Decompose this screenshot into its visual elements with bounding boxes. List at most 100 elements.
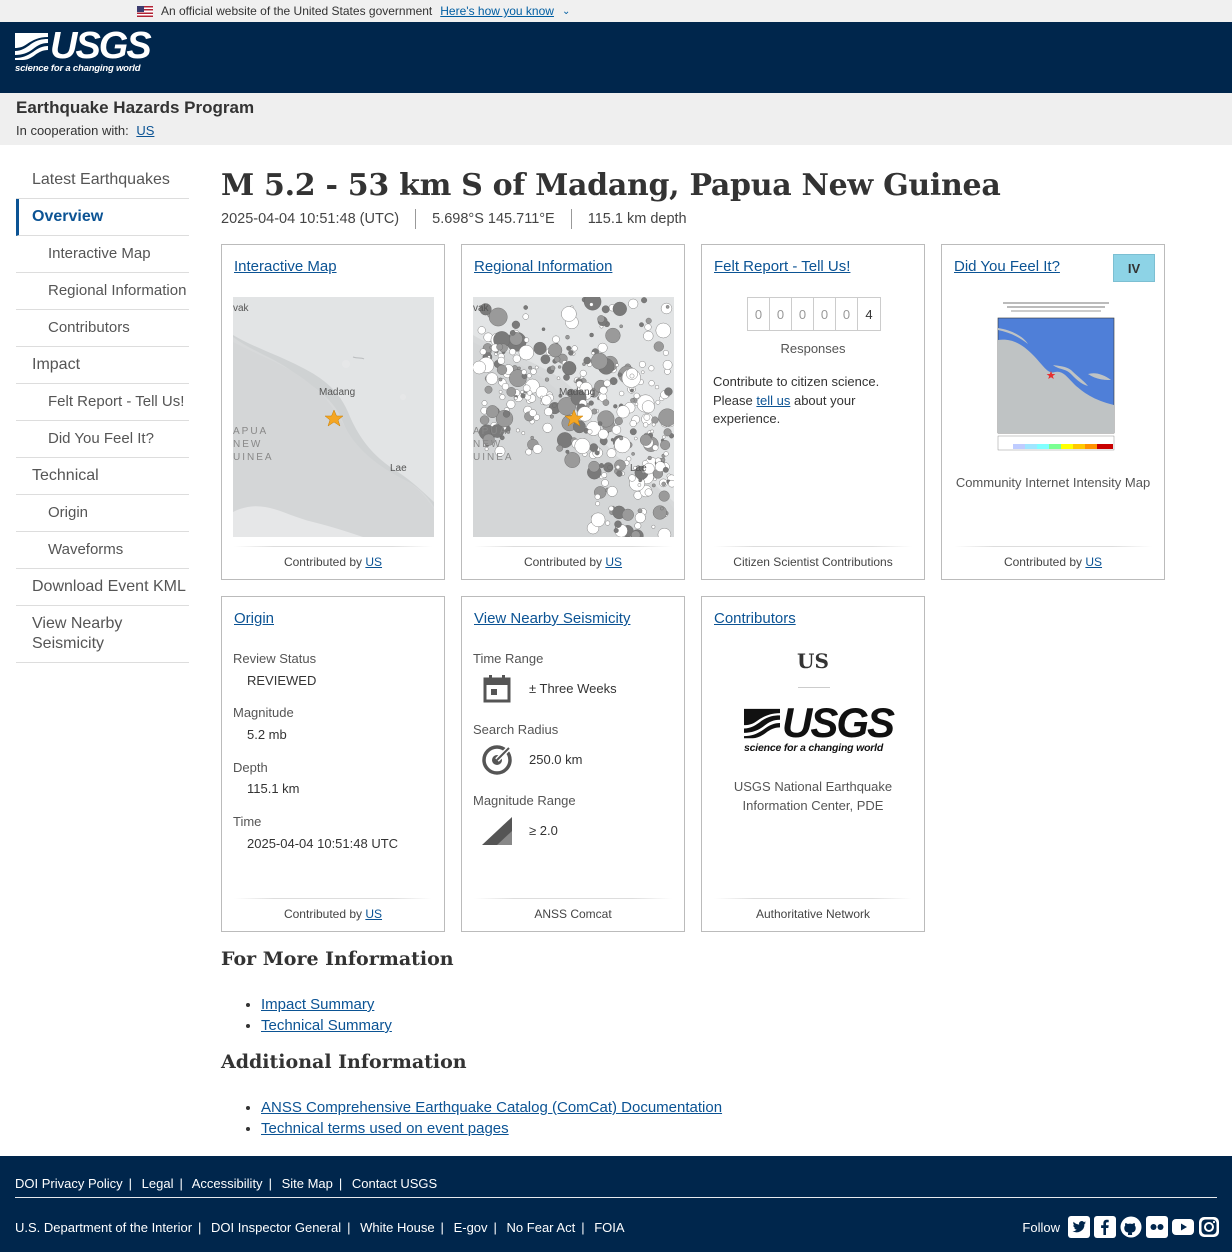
origin-card-title[interactable]: Origin (234, 610, 274, 627)
sidebar-item-waveforms[interactable]: Waveforms (16, 532, 189, 569)
regional-information-card[interactable]: Regional Information Madang Lae APUA NEW… (461, 244, 685, 580)
doi-link[interactable]: U.S. Department of the Interior (15, 1220, 192, 1235)
foia-link[interactable]: FOIA (594, 1220, 624, 1235)
twitter-icon[interactable] (1068, 1216, 1090, 1238)
origin-card[interactable]: Origin Review Status REVIEWED Magnitude … (221, 596, 445, 932)
contributor-link[interactable]: US (365, 555, 382, 569)
magnitude-icon (482, 817, 512, 845)
sidebar-item-overview[interactable]: Overview (16, 199, 189, 236)
contributor-link[interactable]: US (605, 555, 622, 569)
program-title[interactable]: Earthquake Hazards Program (16, 98, 1216, 118)
seismicity-dot (516, 428, 520, 433)
time-range-label: Time Range (473, 651, 544, 666)
contributors-card-title[interactable]: Contributors (714, 610, 796, 627)
sidebar-item-interactive-map[interactable]: Interactive Map (16, 236, 189, 273)
seismicity-dot (562, 361, 577, 376)
seismicity-dot (594, 450, 600, 456)
dyfi-card-title[interactable]: Did You Feel It? (954, 258, 1060, 275)
response-counter: 0 0 0 0 0 4 (747, 297, 881, 331)
seismicity-dot (634, 522, 642, 530)
inspector-general-link[interactable]: DOI Inspector General (211, 1220, 341, 1235)
footer-prefix: Contributed by (1003, 555, 1083, 569)
heres-how-you-know-link[interactable]: Here's how you know (440, 4, 554, 18)
origin-card-footer: Contributed by US (234, 898, 432, 921)
seismicity-dot (512, 354, 521, 363)
regional-information-card-title[interactable]: Regional Information (474, 258, 612, 275)
instagram-icon[interactable] (1198, 1216, 1220, 1238)
sidebar-item-nearby-seismicity[interactable]: View Nearby Seismicity (16, 606, 189, 663)
youtube-icon[interactable] (1172, 1216, 1194, 1238)
seismicity-dot (496, 364, 508, 375)
seismicity-dot (639, 322, 644, 328)
seismicity-dot (544, 407, 553, 416)
nearby-seismicity-card[interactable]: View Nearby Seismicity Time Range ± Thre… (461, 596, 685, 932)
sidebar-item-dyfi[interactable]: Did You Feel It? (16, 421, 189, 458)
dyfi-card[interactable]: Did You Feel It? IV Community Internet I… (941, 244, 1165, 580)
legal-link[interactable]: Legal (142, 1176, 174, 1191)
contact-usgs-link[interactable]: Contact USGS (352, 1176, 437, 1191)
accessibility-link[interactable]: Accessibility (192, 1176, 263, 1191)
map-label-new: NEW (233, 439, 262, 450)
seismicity-card-footer: ANSS Comcat (474, 898, 672, 921)
map-label-madang: Madang (319, 387, 355, 398)
sidebar-item-contributors[interactable]: Contributors (16, 310, 189, 347)
additional-info-links: ANSS Comprehensive Earthquake Catalog (C… (239, 1097, 722, 1139)
interactive-map-card-title[interactable]: Interactive Map (234, 258, 337, 275)
counter-digit: 0 (770, 298, 792, 330)
flickr-icon[interactable] (1146, 1216, 1168, 1238)
seismicity-dot (498, 377, 503, 382)
contributor-link[interactable]: US (1085, 555, 1102, 569)
no-fear-act-link[interactable]: No Fear Act (507, 1220, 576, 1235)
sidebar-item-regional-information[interactable]: Regional Information (16, 273, 189, 310)
felt-report-card-title[interactable]: Felt Report - Tell Us! (714, 258, 850, 275)
seismicity-dot (621, 508, 634, 521)
egov-link[interactable]: E-gov (454, 1220, 488, 1235)
page-title: M 5.2 - 53 km S of Madang, Papua New Gui… (221, 168, 1001, 203)
usgs-wave-icon (744, 708, 780, 739)
felt-report-card[interactable]: Felt Report - Tell Us! 0 0 0 0 0 4 Respo… (701, 244, 925, 580)
contributors-card[interactable]: Contributors US USGS science for a chang… (701, 596, 925, 932)
sidebar-item-origin[interactable]: Origin (16, 495, 189, 532)
facebook-icon[interactable] (1094, 1216, 1116, 1238)
technical-summary-link[interactable]: Technical Summary (261, 1017, 392, 1034)
sidebar-item-latest-earthquakes[interactable]: Latest Earthquakes (16, 162, 189, 199)
seismicity-dot (641, 297, 648, 304)
white-house-link[interactable]: White House (360, 1220, 434, 1235)
comcat-documentation-link[interactable]: ANSS Comprehensive Earthquake Catalog (C… (261, 1099, 722, 1116)
interactive-map-card[interactable]: Interactive Map Madang Lae APUA NEW UINE… (221, 244, 445, 580)
technical-terms-link[interactable]: Technical terms used on event pages (261, 1120, 509, 1137)
calendar-icon (483, 675, 511, 703)
event-meta: 2025-04-04 10:51:48 (UTC) 5.698°S 145.71… (221, 209, 1211, 229)
seismicity-dot (599, 386, 608, 395)
regional-map-thumbnail[interactable]: Madang Lae APUA NEW UINEA vak (473, 297, 674, 537)
dyfi-intensity-map-image[interactable] (993, 300, 1119, 458)
coop-link[interactable]: US (136, 123, 154, 138)
doi-privacy-link[interactable]: DOI Privacy Policy (15, 1176, 123, 1191)
seismicity-dot (533, 341, 547, 355)
radius-icon (482, 745, 512, 775)
contributor-link[interactable]: US (365, 907, 382, 921)
seismicity-dot (589, 302, 594, 307)
seismicity-dot (502, 410, 511, 418)
sidebar-item-download-kml[interactable]: Download Event KML (16, 569, 189, 606)
tell-us-link[interactable]: tell us (756, 393, 790, 408)
seismicity-dot (619, 390, 625, 397)
nearby-seismicity-card-title[interactable]: View Nearby Seismicity (474, 610, 630, 627)
usgs-logo[interactable]: USGS science for a changing world (15, 27, 152, 74)
seismicity-dot (629, 419, 637, 427)
chevron-down-icon[interactable]: ⌄ (562, 6, 570, 17)
seismicity-dot (638, 361, 646, 368)
seismicity-dot (650, 429, 654, 434)
impact-summary-link[interactable]: Impact Summary (261, 996, 374, 1013)
sidebar-item-impact[interactable]: Impact (16, 347, 189, 384)
seismicity-dot (605, 520, 611, 526)
github-icon[interactable] (1120, 1216, 1142, 1238)
regional-card-footer: Contributed by US (474, 546, 672, 569)
sidebar-item-technical[interactable]: Technical (16, 458, 189, 495)
seismicity-dot (662, 350, 669, 356)
event-depth: 115.1 km depth (570, 209, 703, 229)
site-map-link[interactable]: Site Map (282, 1176, 333, 1191)
seismicity-dot (652, 444, 659, 451)
interactive-map-thumbnail[interactable]: Madang Lae APUA NEW UINEA vak (233, 297, 434, 537)
sidebar-item-felt-report[interactable]: Felt Report - Tell Us! (16, 384, 189, 421)
